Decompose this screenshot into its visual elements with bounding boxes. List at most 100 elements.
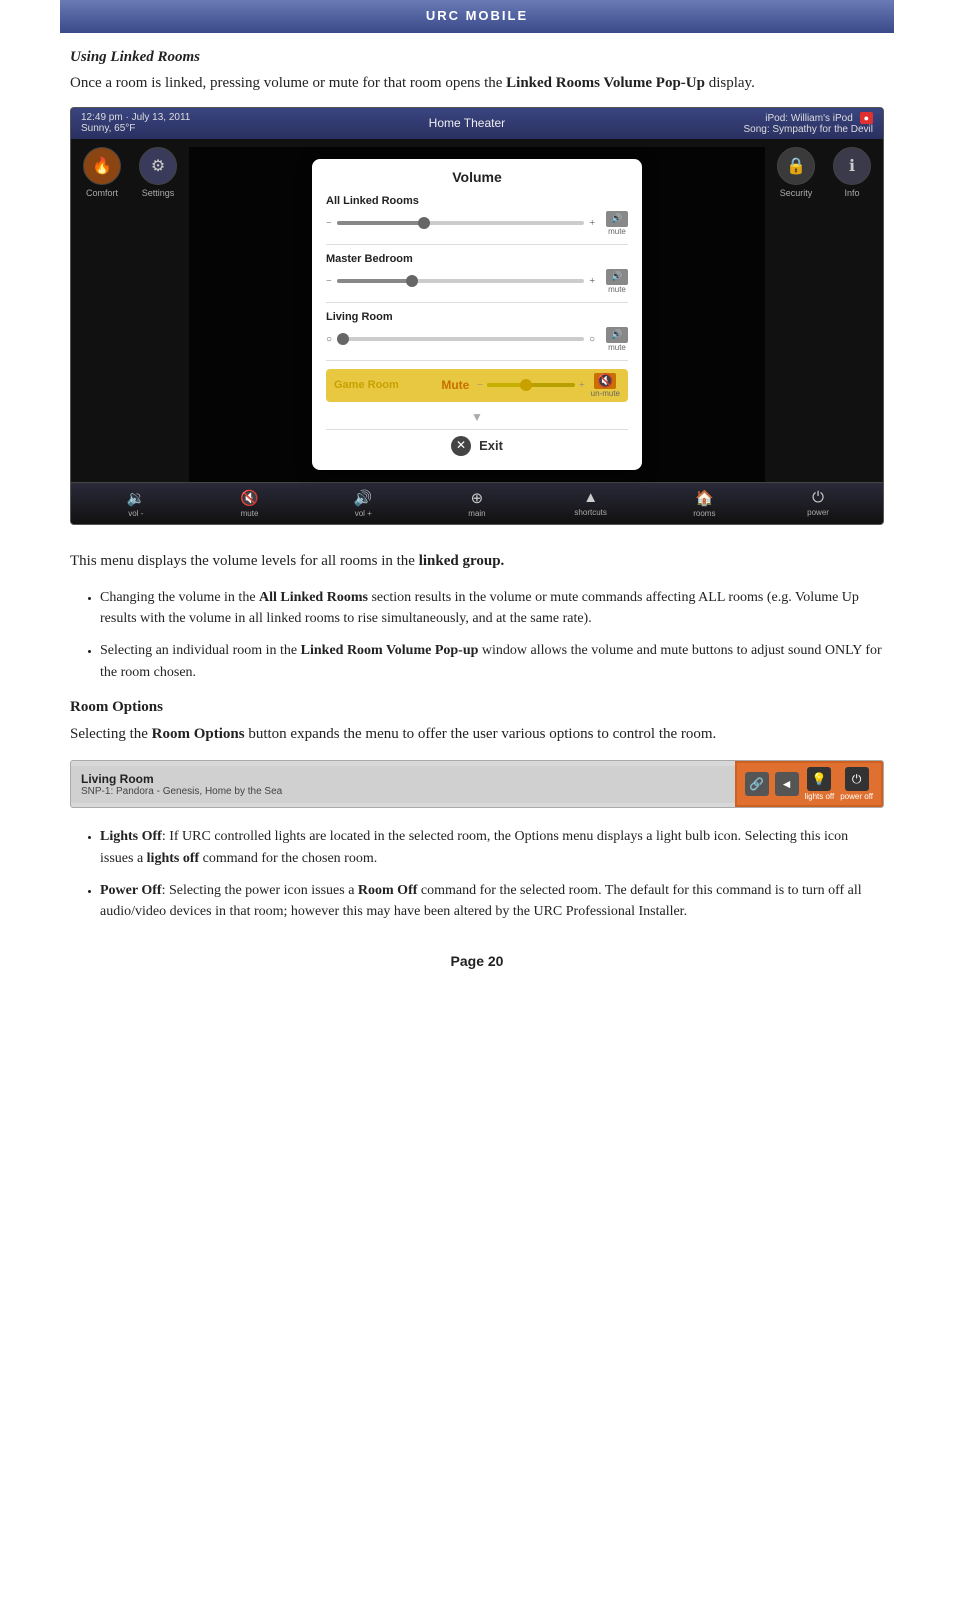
lights-icon: 💡 bbox=[807, 767, 831, 791]
slider-fill-game bbox=[487, 383, 522, 387]
exit-label[interactable]: Exit bbox=[479, 438, 503, 453]
vol-down-icon: 🔉 bbox=[127, 489, 146, 507]
comfort-label: Comfort bbox=[86, 188, 118, 198]
nav-item-comfort[interactable]: 🔥 Comfort bbox=[77, 147, 127, 482]
security-icon: 🔒 bbox=[777, 147, 815, 185]
room-bullet-item-1: Power Off: Selecting the power icon issu… bbox=[100, 880, 884, 923]
room-bullet0-bold: Lights Off bbox=[100, 829, 162, 844]
minus-icon-0: − bbox=[326, 218, 332, 229]
slider-thumb-master bbox=[406, 275, 418, 287]
back-icon: ◄ bbox=[775, 772, 799, 796]
volume-row-gameroom: Game Room Mute − + 🔇 un-mute bbox=[326, 369, 628, 402]
gameroom-label: Game Room bbox=[334, 379, 441, 391]
ui-main-area: 🔥 Comfort ⚙ Settings Volume All Linked R… bbox=[71, 139, 883, 482]
room-bar-right: 🔗 ◄ 💡 lights off ⏻ power off bbox=[735, 761, 883, 807]
intro-text-end: display. bbox=[705, 75, 755, 91]
info-icon: ℹ bbox=[833, 147, 871, 185]
toolbar-rooms[interactable]: 🏠 rooms bbox=[684, 489, 724, 518]
toolbar-vol-down-label: vol - bbox=[128, 509, 143, 518]
mute-label-living: mute bbox=[608, 343, 626, 352]
nav-item-security[interactable]: 🔒 Security bbox=[771, 147, 821, 482]
room-bar-back-btn[interactable]: ◄ bbox=[775, 772, 799, 796]
master-controls: − + 🔊 mute bbox=[326, 269, 628, 294]
lights-label: lights off bbox=[805, 792, 835, 801]
minus-icon-game: − bbox=[477, 380, 483, 391]
gameroom-mute-text: Mute bbox=[441, 378, 469, 392]
slider-all[interactable] bbox=[337, 221, 585, 225]
ui-toolbar: 🔉 vol - 🔇 mute 🔊 vol + ⊕ main ▲ shortcut… bbox=[71, 482, 883, 524]
room-bar: Living Room SNP-1: Pandora - Genesis, Ho… bbox=[70, 760, 884, 808]
toolbar-vol-up[interactable]: 🔊 vol + bbox=[343, 489, 383, 518]
toolbar-main-label: main bbox=[468, 509, 485, 518]
master-label: Master Bedroom bbox=[326, 253, 628, 265]
toolbar-shortcuts-label: shortcuts bbox=[574, 508, 606, 517]
body-para1-pre: This menu displays the volume levels for… bbox=[70, 553, 419, 569]
volume-row-living: Living Room ○ ○ 🔊 mute bbox=[326, 311, 628, 361]
room-bar-lights-btn[interactable]: 💡 lights off bbox=[805, 767, 835, 801]
comfort-icon: 🔥 bbox=[83, 147, 121, 185]
main-content: Using Linked Rooms Once a room is linked… bbox=[0, 33, 954, 999]
bullet0-bold: All Linked Rooms bbox=[259, 590, 368, 605]
mute-btn-game[interactable]: 🔇 un-mute bbox=[591, 373, 620, 398]
plus-icon-0: + bbox=[589, 218, 595, 229]
volume-row-all: All Linked Rooms − + 🔊 mute bbox=[326, 195, 628, 245]
mute-btn-master[interactable]: 🔊 mute bbox=[606, 269, 628, 294]
room-bullet1-bold: Power Off bbox=[100, 883, 162, 898]
minus-icon-1: − bbox=[326, 276, 332, 287]
volume-popup-title: Volume bbox=[326, 169, 628, 185]
ui-topbar: 12:49 pm · July 13, 2011 Sunny, 65°F Hom… bbox=[71, 108, 883, 139]
nav-item-info[interactable]: ℹ Info bbox=[827, 147, 877, 482]
power-icon: ⏻ bbox=[812, 489, 824, 506]
power-off-icon: ⏻ bbox=[845, 767, 869, 791]
mute-btn-all[interactable]: 🔊 mute bbox=[606, 211, 628, 236]
toolbar-rooms-label: rooms bbox=[693, 509, 715, 518]
mute-icon-master: 🔊 bbox=[606, 269, 628, 285]
slider-game[interactable] bbox=[487, 383, 575, 387]
bullet-item-0: Changing the volume in the All Linked Ro… bbox=[100, 587, 884, 630]
toolbar-power-label: power bbox=[807, 508, 829, 517]
bullet0-pre: Changing the volume in the bbox=[100, 590, 259, 605]
ui-topbar-left: 12:49 pm · July 13, 2011 Sunny, 65°F bbox=[81, 112, 190, 134]
toolbar-vol-down[interactable]: 🔉 vol - bbox=[116, 489, 156, 518]
slider-fill-master bbox=[337, 279, 411, 283]
minus-icon-2: ○ bbox=[326, 334, 332, 345]
plus-icon-game: + bbox=[579, 380, 585, 391]
ui-song: Song: Sympathy for the Devil bbox=[743, 124, 873, 135]
mute-icon-game: 🔇 bbox=[594, 373, 616, 389]
volume-popup: Volume All Linked Rooms − + � bbox=[312, 159, 642, 470]
bullet-item-1: Selecting an individual room in the Link… bbox=[100, 640, 884, 683]
settings-icon: ⚙ bbox=[139, 147, 177, 185]
settings-label: Settings bbox=[142, 188, 175, 198]
mute-icon-all: 🔊 bbox=[606, 211, 628, 227]
nav-item-settings[interactable]: ⚙ Settings bbox=[133, 147, 183, 482]
section1-intro: Once a room is linked, pressing volume o… bbox=[70, 72, 884, 95]
toolbar-mute[interactable]: 🔇 mute bbox=[230, 489, 270, 518]
toolbar-main[interactable]: ⊕ main bbox=[457, 489, 497, 518]
room-bar-power-btn[interactable]: ⏻ power off bbox=[840, 767, 873, 801]
page-number: Page 20 bbox=[70, 953, 884, 969]
room-options-para-end: button expands the menu to offer the use… bbox=[245, 726, 717, 742]
exit-icon[interactable]: ✕ bbox=[451, 436, 471, 456]
room-bullet1-post: : Selecting the power icon issues a bbox=[162, 883, 358, 898]
toolbar-shortcuts[interactable]: ▲ shortcuts bbox=[571, 489, 611, 518]
room-bullet0-bold2: lights off bbox=[147, 851, 200, 866]
room-bar-link-btn[interactable]: 🔗 bbox=[745, 772, 769, 796]
room-bullet0-post2: command for the chosen room. bbox=[199, 851, 377, 866]
bullet1-pre: Selecting an individual room in the bbox=[100, 643, 301, 658]
body-para1: This menu displays the volume levels for… bbox=[70, 549, 884, 573]
intro-text-pre: Once a room is linked, pressing volume o… bbox=[70, 75, 506, 91]
room-options-bullet-list: Lights Off: If URC controlled lights are… bbox=[100, 826, 884, 923]
slider-master[interactable] bbox=[337, 279, 585, 283]
slider-fill-all bbox=[337, 221, 424, 225]
ui-topbar-right: iPod: William's iPod ● Song: Sympathy fo… bbox=[743, 112, 873, 135]
main-icon: ⊕ bbox=[471, 489, 484, 507]
body-bullet-list: Changing the volume in the All Linked Ro… bbox=[100, 587, 884, 684]
slider-living[interactable] bbox=[337, 337, 584, 341]
info-label: Info bbox=[844, 188, 859, 198]
room-options-para-bold: Room Options bbox=[152, 726, 245, 742]
section1-title: Using Linked Rooms bbox=[70, 49, 884, 66]
toolbar-power[interactable]: ⏻ power bbox=[798, 489, 838, 518]
ui-ipod: iPod: William's iPod ● bbox=[765, 112, 873, 124]
mute-btn-living[interactable]: 🔊 mute bbox=[606, 327, 628, 352]
ipod-label: iPod: bbox=[765, 113, 788, 124]
